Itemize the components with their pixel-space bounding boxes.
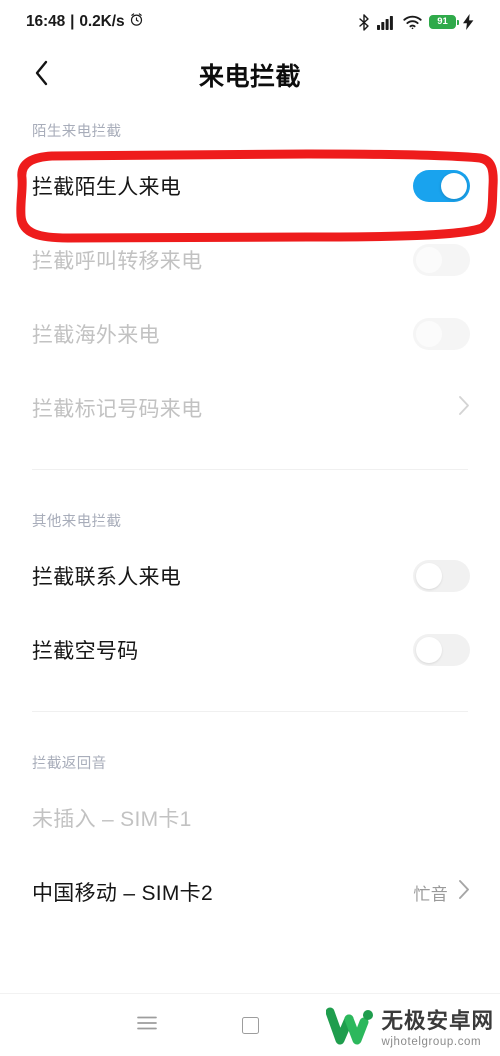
section-header-stranger-calls: 陌生来电拦截 <box>32 124 122 140</box>
row-label: 拦截联系人来电 <box>32 566 182 589</box>
toggle-block-contact-calls[interactable] <box>413 560 470 592</box>
site-watermark: 无极安卓网 wjhotelgroup.com <box>325 1006 494 1053</box>
row-label: 未插入 – SIM卡1 <box>32 808 192 831</box>
page-title: 来电拦截 <box>198 63 301 91</box>
toggle-knob <box>416 637 442 663</box>
section-header-block-tone: 拦截返回音 <box>32 756 107 772</box>
status-time: 16:48 <box>26 13 66 30</box>
hamburger-menu-icon <box>137 1016 157 1035</box>
charging-bolt-icon <box>463 14 474 30</box>
row-value-sim2-tone: 忙音 <box>413 884 448 904</box>
row-label: 拦截标记号码来电 <box>32 398 203 421</box>
w-logo-icon <box>325 1006 374 1053</box>
status-bar-right: 91 <box>358 13 474 31</box>
cellular-signal-icon <box>377 14 396 30</box>
toggle-knob <box>441 173 467 199</box>
toggle-block-forwarded-calls[interactable] <box>413 244 470 276</box>
nav-menu-button[interactable] <box>126 1007 168 1043</box>
row-label: 拦截空号码 <box>32 640 139 663</box>
row-block-stranger-calls[interactable]: 拦截陌生人来电 <box>0 149 500 223</box>
status-bar-left: 16:48 | 0.2K/s <box>26 12 144 32</box>
toggle-knob <box>416 321 442 347</box>
status-bar: 16:48 | 0.2K/s 91 <box>0 0 500 44</box>
toggle-block-stranger-calls[interactable] <box>413 170 470 202</box>
status-separator: | <box>70 13 75 30</box>
wifi-icon <box>403 15 422 30</box>
row-block-overseas-calls[interactable]: 拦截海外来电 <box>0 297 500 371</box>
row-block-marked-numbers[interactable]: 拦截标记号码来电 <box>0 371 500 445</box>
toggle-block-overseas-calls[interactable] <box>413 318 470 350</box>
chevron-right-icon <box>458 395 470 421</box>
status-network-speed: 0.2K/s <box>79 13 125 30</box>
row-sim2[interactable]: 中国移动 – SIM卡2 忙音 <box>0 855 500 929</box>
square-home-icon <box>241 1016 259 1034</box>
row-label: 中国移动 – SIM卡2 <box>32 882 213 905</box>
row-block-contact-calls[interactable]: 拦截联系人来电 <box>0 539 500 613</box>
row-block-empty-numbers[interactable]: 拦截空号码 <box>0 613 500 687</box>
row-label: 拦截海外来电 <box>32 324 160 347</box>
row-block-forwarded-calls[interactable]: 拦截呼叫转移来电 <box>0 223 500 297</box>
battery-level: 91 <box>437 16 448 28</box>
row-sim1[interactable]: 未插入 – SIM卡1 <box>0 781 500 855</box>
title-bar: 来电拦截 <box>0 44 500 106</box>
battery-indicator: 91 <box>429 15 459 29</box>
watermark-text: 无极安卓网 wjhotelgroup.com <box>381 1009 494 1048</box>
bluetooth-icon <box>358 13 370 31</box>
alarm-clock-icon <box>129 12 144 32</box>
row-label: 拦截陌生人来电 <box>32 176 182 199</box>
chevron-right-icon <box>458 879 470 905</box>
row-label: 拦截呼叫转移来电 <box>32 250 203 273</box>
watermark-site-name: 无极安卓网 <box>381 1009 494 1033</box>
nav-home-button[interactable] <box>229 1007 271 1043</box>
toggle-knob <box>416 247 442 273</box>
toggle-block-empty-numbers[interactable] <box>413 634 470 666</box>
system-navigation-bar: 无极安卓网 wjhotelgroup.com <box>0 993 500 1056</box>
watermark-site-url: wjhotelgroup.com <box>381 1035 482 1048</box>
settings-list: 陌生来电拦截 拦截陌生人来电 拦截呼叫转移来电 拦截海外来电 拦截标记号码来电 … <box>0 106 500 929</box>
toggle-knob <box>416 563 442 589</box>
section-header-other-blocking: 其他来电拦截 <box>32 514 122 530</box>
